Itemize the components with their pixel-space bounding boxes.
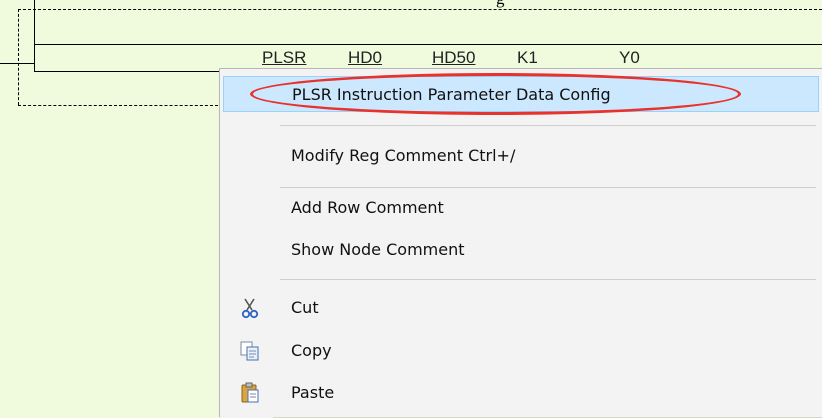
menu-item-label: Show Node Comment xyxy=(291,240,465,259)
menu-item-label: Cut xyxy=(291,298,319,317)
menu-item-label: Paste xyxy=(291,383,335,402)
instruction-operand-4: Y0 xyxy=(619,48,640,67)
instruction-mnemonic: PLSR xyxy=(262,48,307,67)
menu-separator xyxy=(280,125,816,126)
selection-border-left xyxy=(18,9,19,105)
menu-item-label: Add Row Comment xyxy=(291,198,444,217)
annotation-highlight-ellipse xyxy=(250,73,741,115)
selection-border-bottom xyxy=(18,105,218,106)
scissors-icon xyxy=(239,297,261,319)
window-caption-fragment: g xyxy=(496,0,505,9)
menu-item-paste[interactable]: Paste xyxy=(223,375,819,411)
menu-item-copy[interactable]: Copy xyxy=(223,333,819,369)
selection-border-top xyxy=(18,9,822,10)
menu-item-label: Modify Reg Comment Ctrl+/ xyxy=(291,146,516,165)
instruction-operand-2: HD50 xyxy=(432,48,476,67)
menu-separator xyxy=(280,187,816,188)
menu-item-cut[interactable]: Cut xyxy=(223,290,819,326)
menu-item-show-node-comment[interactable]: Show Node Comment xyxy=(223,232,819,268)
instruction-operand-3: K1 xyxy=(517,48,538,67)
instruction-operand-1: HD0 xyxy=(348,48,383,67)
copy-icon xyxy=(239,340,261,362)
menu-item-label: Copy xyxy=(291,341,332,360)
menu-item-add-row-comment[interactable]: Add Row Comment xyxy=(223,190,819,226)
context-menu: PLSR Instruction Parameter Data Config M… xyxy=(219,68,822,418)
menu-separator xyxy=(280,279,816,280)
instruction-text[interactable]: PLSR HD0 HD50 K1 Y0 xyxy=(262,48,662,68)
rung-connector xyxy=(0,63,34,64)
paste-icon xyxy=(239,382,261,404)
menu-item-modify-reg-comment[interactable]: Modify Reg Comment Ctrl+/ xyxy=(223,138,819,174)
